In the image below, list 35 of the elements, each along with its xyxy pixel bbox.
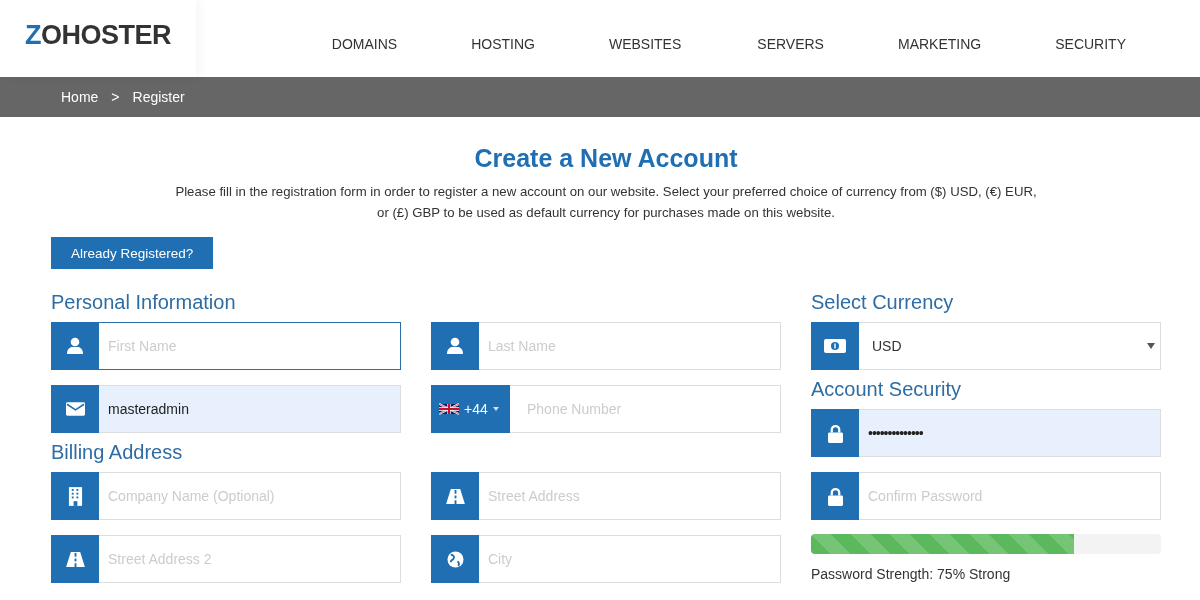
nav-link[interactable]: WEBSITES [608,35,682,52]
input-field[interactable]: masteradmin [51,385,401,433]
caret-icon [492,407,499,411]
globe-icon [446,550,464,568]
currency-select[interactable]: USD [811,322,1161,370]
caret-icon [1147,343,1155,349]
nav-link[interactable]: HOSTING [471,35,535,52]
breadcrumb-link[interactable]: Home [61,89,99,105]
lock-icon [827,423,843,443]
section-heading: Personal Information [51,291,237,314]
lock-icon [827,486,843,506]
envelope-icon [65,402,85,416]
road-icon [445,488,465,504]
logo[interactable]: ZOHOSTER [24,20,171,51]
breadcrumb-separator: > [111,89,120,105]
nav-link[interactable]: SECURITY [1055,35,1126,52]
person-icon [447,337,463,355]
page-title: Create a New Account [473,144,739,173]
nav-link[interactable]: DOMAINS [331,35,398,52]
road-icon [65,551,85,567]
section-heading: Account Security [811,378,963,401]
nav-link[interactable]: SERVERS [757,35,824,52]
already-registered-button[interactable]: Already Registered? [51,237,214,269]
banknote-icon [824,339,846,353]
strength-label: Password Strength: 75% Strong [811,566,1012,582]
building-icon [67,486,83,506]
person-icon [67,337,83,355]
password-field[interactable]: •••••••••••••• [811,409,1161,457]
flag-icon [439,403,459,415]
intro-text: Please fill in the registration form in order to register a new account on our website. Select your preferred choice of currency from ($) USD, (€) EUR, or (£) GBP to be used as default currency for purchases made on this website. [174,183,1038,222]
breadcrumb-link[interactable]: Register [132,89,185,105]
nav-link[interactable]: MARKETING [897,35,982,52]
country-code-dropdown[interactable]: +44 [431,385,510,433]
section-heading: Select Currency [811,291,955,314]
section-heading: Billing Address [51,441,184,464]
